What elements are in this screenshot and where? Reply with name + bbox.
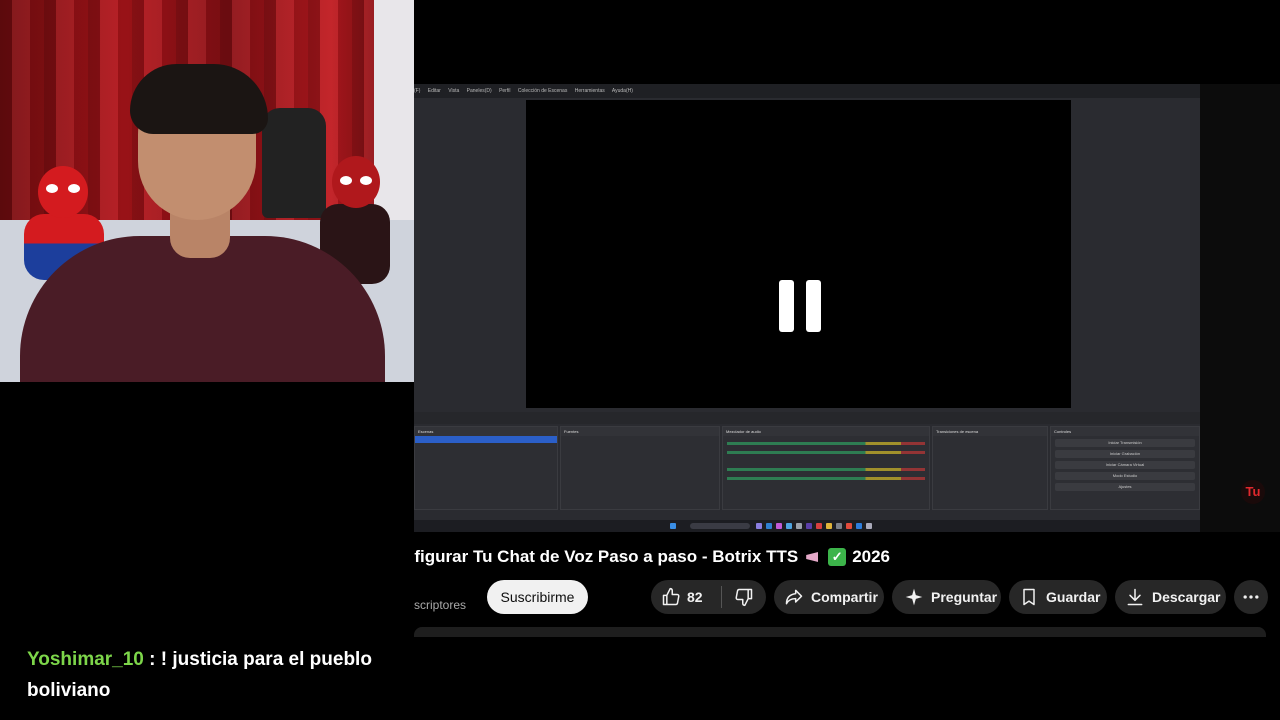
chat-separator: : xyxy=(143,649,161,670)
like-count: 82 xyxy=(687,589,703,605)
download-button[interactable]: Descargar xyxy=(1115,580,1226,614)
obs-preview xyxy=(526,100,1071,408)
dock-title: Controles xyxy=(1051,427,1199,436)
player-side-dark xyxy=(1200,84,1280,532)
windows-start-icon xyxy=(670,523,676,529)
obs-control-button: Ajustes xyxy=(1055,483,1195,491)
dock-title: Transiciones de escena xyxy=(933,427,1047,436)
save-button[interactable]: Guardar xyxy=(1009,580,1107,614)
megaphone-icon xyxy=(804,549,822,565)
obs-control-button: Iniciar Grabación xyxy=(1055,450,1195,458)
share-button[interactable]: Compartir xyxy=(774,580,884,614)
dock-title: Fuentes xyxy=(561,427,719,436)
dock-sources: Fuentes xyxy=(560,426,720,510)
obs-control-button: Iniciar Transmisión xyxy=(1055,439,1195,447)
app-icon xyxy=(776,523,782,529)
subscribe-button[interactable]: Suscribirme xyxy=(487,580,588,614)
thumbs-down-icon xyxy=(735,588,753,607)
download-label: Descargar xyxy=(1152,589,1221,605)
more-actions-button[interactable] xyxy=(1234,580,1268,614)
subscriber-count: scriptores xyxy=(414,598,467,612)
obs-menu-item: Paneles(D) xyxy=(466,88,492,94)
taskbar-search xyxy=(690,523,750,529)
ask-button[interactable]: Preguntar xyxy=(892,580,1001,614)
like-button[interactable]: 82 xyxy=(651,587,721,607)
pause-icon[interactable] xyxy=(779,280,821,332)
share-icon xyxy=(785,589,803,605)
dock-title: Escenas xyxy=(415,427,557,436)
obs-control-button: Modo Estudio xyxy=(1055,472,1195,480)
thumbs-up-icon xyxy=(662,587,680,606)
app-icon xyxy=(806,523,812,529)
app-icon xyxy=(756,523,762,529)
description-box[interactable] xyxy=(414,627,1266,637)
video-player[interactable]: (F) Editar Vista Paneles(D) Perfil Colec… xyxy=(414,84,1200,532)
dock-controls: Controles Iniciar Transmisión Iniciar Gr… xyxy=(1050,426,1200,510)
chair xyxy=(262,108,326,218)
dock-transitions: Transiciones de escena xyxy=(932,426,1048,510)
dislike-button[interactable] xyxy=(722,587,766,607)
obs-menu-item: Editar xyxy=(427,88,441,94)
video-title: nfigurar Tu Chat de Voz Paso a paso - Bo… xyxy=(414,545,1280,569)
share-label: Compartir xyxy=(811,589,878,605)
download-icon xyxy=(1127,588,1143,606)
obs-menu-item: Colección de Escenas xyxy=(517,88,568,94)
app-icon xyxy=(786,523,792,529)
obs-menu-item: Ayuda(H) xyxy=(611,88,633,94)
chat-username: Yoshimar_10 xyxy=(27,649,144,670)
obs-docks: Escenas Fuentes Mezclador de audio Trans… xyxy=(414,426,1200,510)
app-icon xyxy=(866,523,872,529)
obs-menu-item: Vista xyxy=(448,88,460,94)
video-title-year: 2026 xyxy=(852,547,891,566)
windows-taskbar xyxy=(414,520,1200,532)
more-horizontal-icon xyxy=(1243,595,1259,599)
app-icon xyxy=(796,523,802,529)
webcam-overlay xyxy=(0,0,414,382)
obs-menu-item: Perfil xyxy=(499,88,511,94)
dock-scenes: Escenas xyxy=(414,426,558,510)
bookmark-icon xyxy=(1023,588,1035,606)
ask-label: Preguntar xyxy=(931,589,998,605)
channel-watermark-icon: Tu xyxy=(1241,480,1265,504)
like-dislike-group: 82 xyxy=(651,580,766,614)
obs-menu-item: Herramientas xyxy=(574,88,605,94)
save-label: Guardar xyxy=(1046,589,1101,605)
obs-toolbar xyxy=(414,412,1200,424)
app-icon xyxy=(856,523,862,529)
app-icon xyxy=(826,523,832,529)
obs-control-button: Iniciar Cámara Virtual xyxy=(1055,461,1195,469)
video-title-text: nfigurar Tu Chat de Voz Paso a paso - Bo… xyxy=(414,547,799,566)
check-mark-icon: ✓ xyxy=(828,548,847,566)
sparkle-icon xyxy=(905,588,923,606)
obs-menubar: (F) Editar Vista Paneles(D) Perfil Colec… xyxy=(414,84,1200,98)
chat-message: Yoshimar_10 : ! justicia para el pueblo … xyxy=(27,644,407,706)
app-icon xyxy=(766,523,772,529)
app-icon xyxy=(836,523,842,529)
dock-title: Mezclador de audio xyxy=(723,427,929,436)
app-icon xyxy=(816,523,822,529)
chrome-icon xyxy=(846,523,852,529)
dock-audio-mixer: Mezclador de audio xyxy=(722,426,930,510)
obs-menu-item: (F) xyxy=(414,88,421,94)
